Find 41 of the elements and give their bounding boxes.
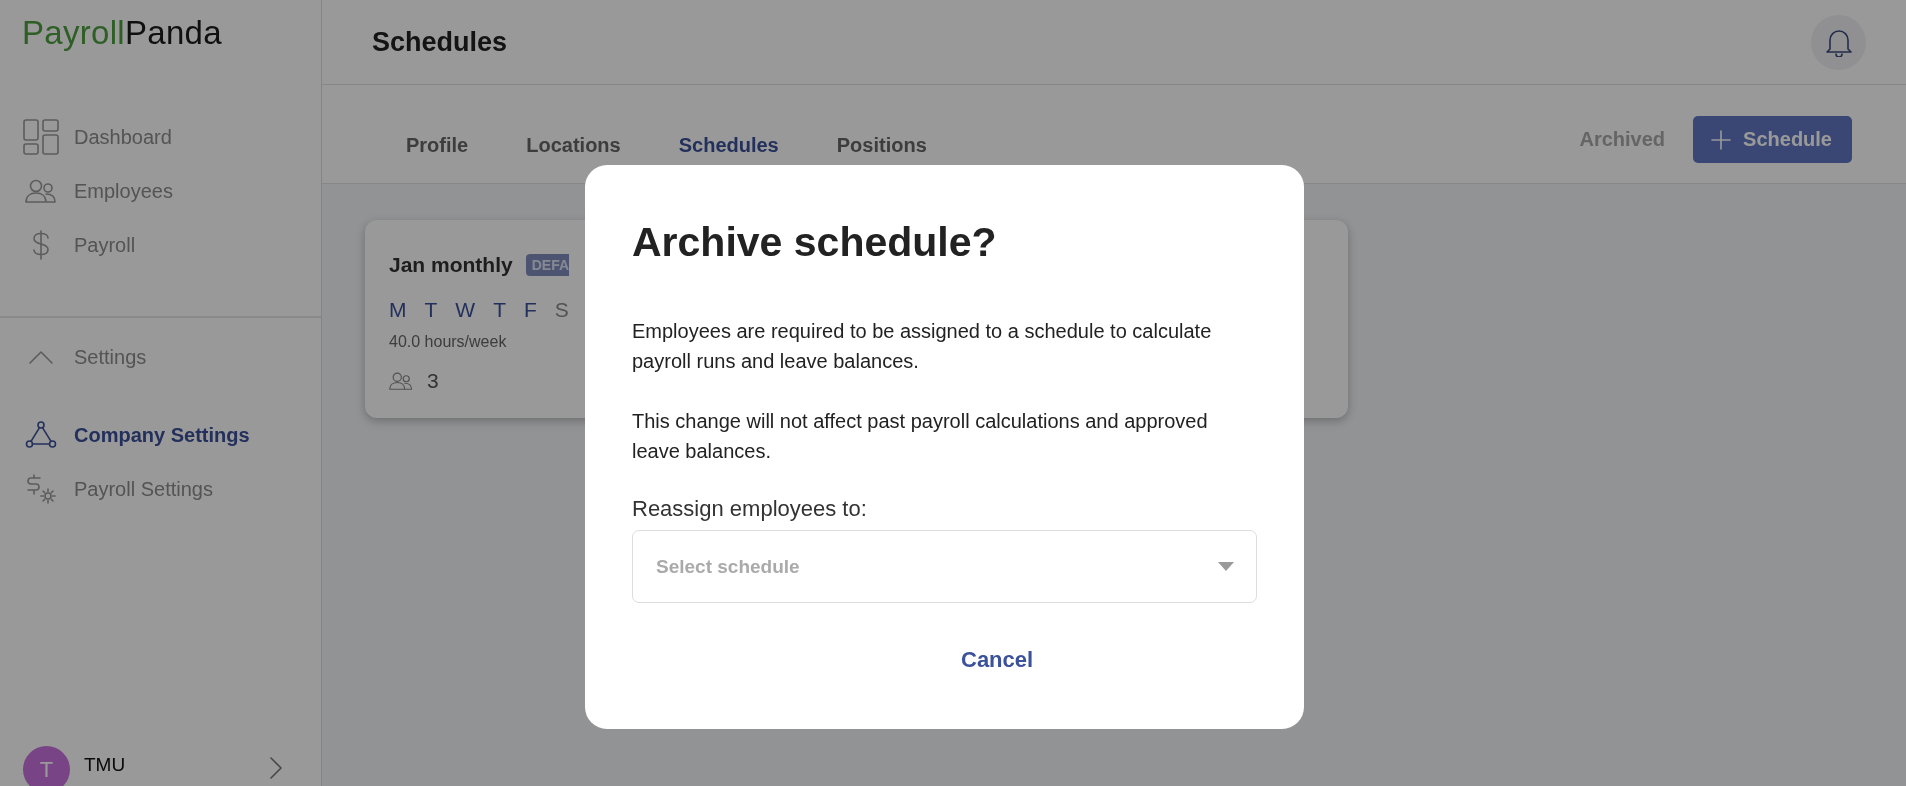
weekday-label: W (455, 298, 476, 322)
nav-item[interactable]: Company Settings (0, 408, 321, 462)
plus-icon (1711, 129, 1732, 150)
app-logo: PayrollPanda (21, 13, 222, 53)
weekday-label: M (389, 298, 407, 322)
nav-item[interactable]: Employees (0, 164, 321, 218)
weekday-label: S (554, 298, 569, 322)
user-avatar: T (23, 746, 70, 786)
tab[interactable]: Profile (406, 134, 469, 183)
user-name: TMU (84, 754, 126, 776)
tab[interactable]: Positions (836, 134, 927, 183)
chevron-right-icon (269, 756, 283, 780)
network-icon (25, 421, 57, 449)
nav-item[interactable]: Payroll Settings (0, 462, 321, 516)
people-icon (389, 372, 413, 390)
add-schedule-button[interactable]: Schedule (1693, 116, 1852, 163)
weekday-label: F (524, 298, 537, 322)
dialog-message: This change will not affect past payroll calculations and approved leave balances. (632, 409, 1209, 464)
caret-icon (1218, 562, 1234, 571)
dashboard-icon (23, 119, 59, 155)
dollar-gear-icon (26, 474, 56, 504)
weekday-label: T (493, 298, 506, 322)
hours-label: 40.0 hours/week (389, 333, 508, 351)
tab[interactable]: Locations (526, 134, 621, 183)
dollar-icon (30, 230, 52, 260)
schedule-title: Jan monthly (389, 253, 513, 277)
nav-item[interactable]: Dashboard (0, 110, 321, 164)
settings-toggle[interactable]: Settings (0, 332, 321, 382)
tab[interactable]: Schedules (678, 134, 779, 183)
page-title: Schedules (372, 26, 508, 58)
dialog-title: Archive schedule? (632, 219, 998, 266)
dialog-message: Employees are required to be assigned to a schedule to calculate payroll runs and leave balances. (632, 319, 1213, 374)
default-badge: DEFA (525, 254, 570, 276)
employee-count: 3 (427, 369, 439, 393)
bell-icon (1824, 27, 1853, 57)
weekday-label: T (424, 298, 438, 322)
nav-item[interactable]: Payroll (0, 218, 321, 272)
people-icon (25, 179, 57, 203)
field-label: Reassign employees to: (632, 496, 868, 522)
cancel-button[interactable]: Cancel (953, 643, 1042, 677)
schedule-select[interactable]: Select schedule (632, 530, 1257, 603)
